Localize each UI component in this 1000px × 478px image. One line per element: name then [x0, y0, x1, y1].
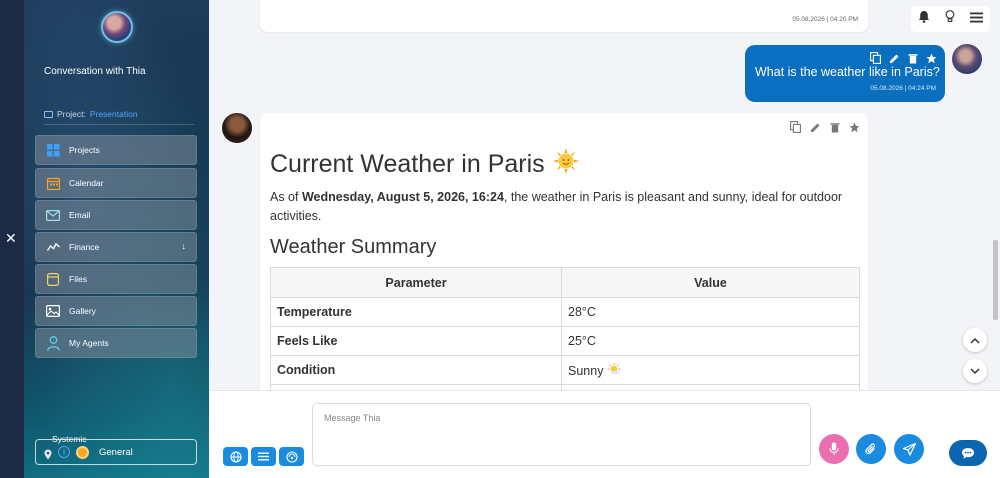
sidebar-item-label: Calendar	[69, 178, 104, 188]
divider	[44, 124, 194, 125]
list-button[interactable]	[251, 447, 276, 466]
table-cell: Sunny	[568, 363, 604, 378]
send-icon	[902, 442, 916, 456]
table-cell: 25°C	[561, 326, 860, 356]
previous-message-card: 05.08.2026 | 04:20 PM	[260, 0, 868, 32]
user-avatar	[952, 44, 982, 74]
table-header: Value	[561, 267, 860, 298]
sun-small-icon	[607, 362, 621, 378]
left-rail: ✕	[0, 0, 24, 478]
conversation-title: Conversation with Thia	[44, 66, 146, 77]
table-row: Temperature 28°C	[270, 297, 860, 327]
edit-icon[interactable]	[810, 120, 821, 138]
table-cell: 28°C	[561, 297, 860, 327]
project-indicator[interactable]: Project: Presentation	[44, 109, 138, 119]
response-heading: Current Weather in Paris	[270, 148, 579, 181]
location-pin-icon	[44, 447, 52, 460]
lightbulb-icon[interactable]	[945, 10, 955, 28]
weather-table: Parameter Value Temperature 28°C Feels L…	[270, 267, 860, 390]
table-header: Parameter	[270, 267, 562, 298]
assistant-message-tools	[790, 120, 860, 138]
file-icon	[46, 272, 60, 286]
chat-icon	[962, 447, 974, 459]
table-header-row: Parameter Value	[270, 267, 860, 298]
grid-icon	[46, 143, 60, 157]
para-prefix: As of	[270, 190, 302, 204]
sidebar-item-label: My Agents	[69, 338, 109, 348]
sidebar-item-gallery[interactable]: Gallery	[35, 296, 197, 326]
systemic-value: General	[99, 446, 133, 458]
sidebar-item-label: Files	[69, 274, 87, 284]
message-input[interactable]	[312, 403, 811, 466]
general-category-icon	[76, 445, 89, 459]
message-timestamp: 05.08.2026 | 04:20 PM	[792, 16, 858, 23]
scroll-down-button[interactable]	[963, 359, 987, 383]
summary-heading: Weather Summary	[270, 236, 437, 258]
globe-icon	[229, 450, 242, 463]
table-cell: Feels Like	[270, 326, 562, 356]
systemic-legend: Systemic	[52, 434, 87, 444]
user-message-bubble: What is the weather like in Paris? 05.08…	[745, 45, 945, 102]
assistant-avatar	[222, 113, 252, 143]
sidebar-item-calendar[interactable]: Calendar	[35, 168, 197, 198]
scrollbar[interactable]	[993, 240, 998, 320]
folder-icon	[44, 110, 53, 118]
sidebar-item-email[interactable]: Email	[35, 200, 197, 230]
response-paragraph: As of Wednesday, August 5, 2026, 16:24, …	[270, 188, 860, 226]
user-icon	[46, 335, 60, 351]
top-toolbar	[911, 6, 990, 32]
agent-avatar	[101, 11, 133, 43]
sidebar-item-label: Finance	[69, 242, 100, 252]
mail-icon	[46, 208, 60, 222]
sidebar-item-my-agents[interactable]: My Agents	[35, 328, 197, 358]
table-cell-condition: Sunny	[561, 355, 860, 385]
chat-area: 05.08.2026 | 04:20 PM What is the weathe…	[209, 0, 1000, 390]
sun-icon	[552, 148, 579, 181]
sidebar-item-label: Gallery	[69, 306, 96, 316]
calendar-icon	[46, 176, 60, 190]
chat-bubble-button[interactable]	[949, 440, 987, 466]
image-icon	[46, 304, 60, 318]
systemic-selector[interactable]: Systemic i General	[35, 434, 197, 465]
message-timestamp: 05.08.2026 | 04:24 PM	[870, 85, 936, 92]
microphone-icon	[829, 442, 839, 455]
swirl-icon	[285, 450, 298, 463]
bell-icon[interactable]	[918, 10, 930, 28]
sidebar-item-projects[interactable]: Projects	[35, 135, 197, 165]
sidebar-item-finance[interactable]: Finance ↓	[35, 232, 197, 262]
para-date: Wednesday, August 5, 2026, 16:24	[301, 190, 504, 204]
table-cell: Temperature	[270, 297, 562, 327]
star-icon[interactable]	[849, 120, 860, 138]
response-heading-text: Current Weather in Paris	[270, 150, 545, 178]
sidebar-item-files[interactable]: Files	[35, 264, 197, 294]
close-icon[interactable]: ✕	[5, 230, 17, 247]
delete-icon[interactable]	[830, 120, 840, 138]
send-button[interactable]	[894, 434, 924, 464]
menu-icon[interactable]	[969, 10, 983, 28]
sidebar: Conversation with Thia Project: Presenta…	[24, 0, 209, 478]
web-search-button[interactable]	[223, 447, 248, 466]
copy-icon[interactable]	[790, 120, 801, 138]
chevron-up-icon	[970, 337, 980, 344]
settings-button[interactable]	[279, 447, 304, 466]
microphone-button[interactable]	[819, 434, 849, 464]
table-cell: Condition	[270, 355, 562, 385]
info-icon[interactable]: i	[58, 446, 70, 458]
sidebar-item-label: Email	[69, 210, 91, 220]
table-row: Condition Sunny	[270, 355, 860, 385]
sidebar-item-label: Projects	[69, 145, 100, 155]
paperclip-icon	[865, 442, 876, 454]
list-icon	[258, 452, 269, 461]
project-label: Project:	[57, 109, 86, 119]
user-message-text: What is the weather like in Paris?	[755, 65, 940, 79]
project-value[interactable]: Presentation	[90, 109, 138, 119]
table-row: Feels Like 25°C	[270, 326, 860, 356]
scroll-up-button[interactable]	[963, 328, 987, 352]
attach-button[interactable]	[856, 434, 886, 464]
chevron-down-icon	[970, 367, 980, 374]
composer	[209, 390, 1000, 478]
assistant-message-card: Current Weather in Paris As of Wednesday…	[260, 113, 868, 390]
chart-line-icon	[46, 240, 60, 254]
arrow-down-icon[interactable]: ↓	[182, 241, 187, 251]
